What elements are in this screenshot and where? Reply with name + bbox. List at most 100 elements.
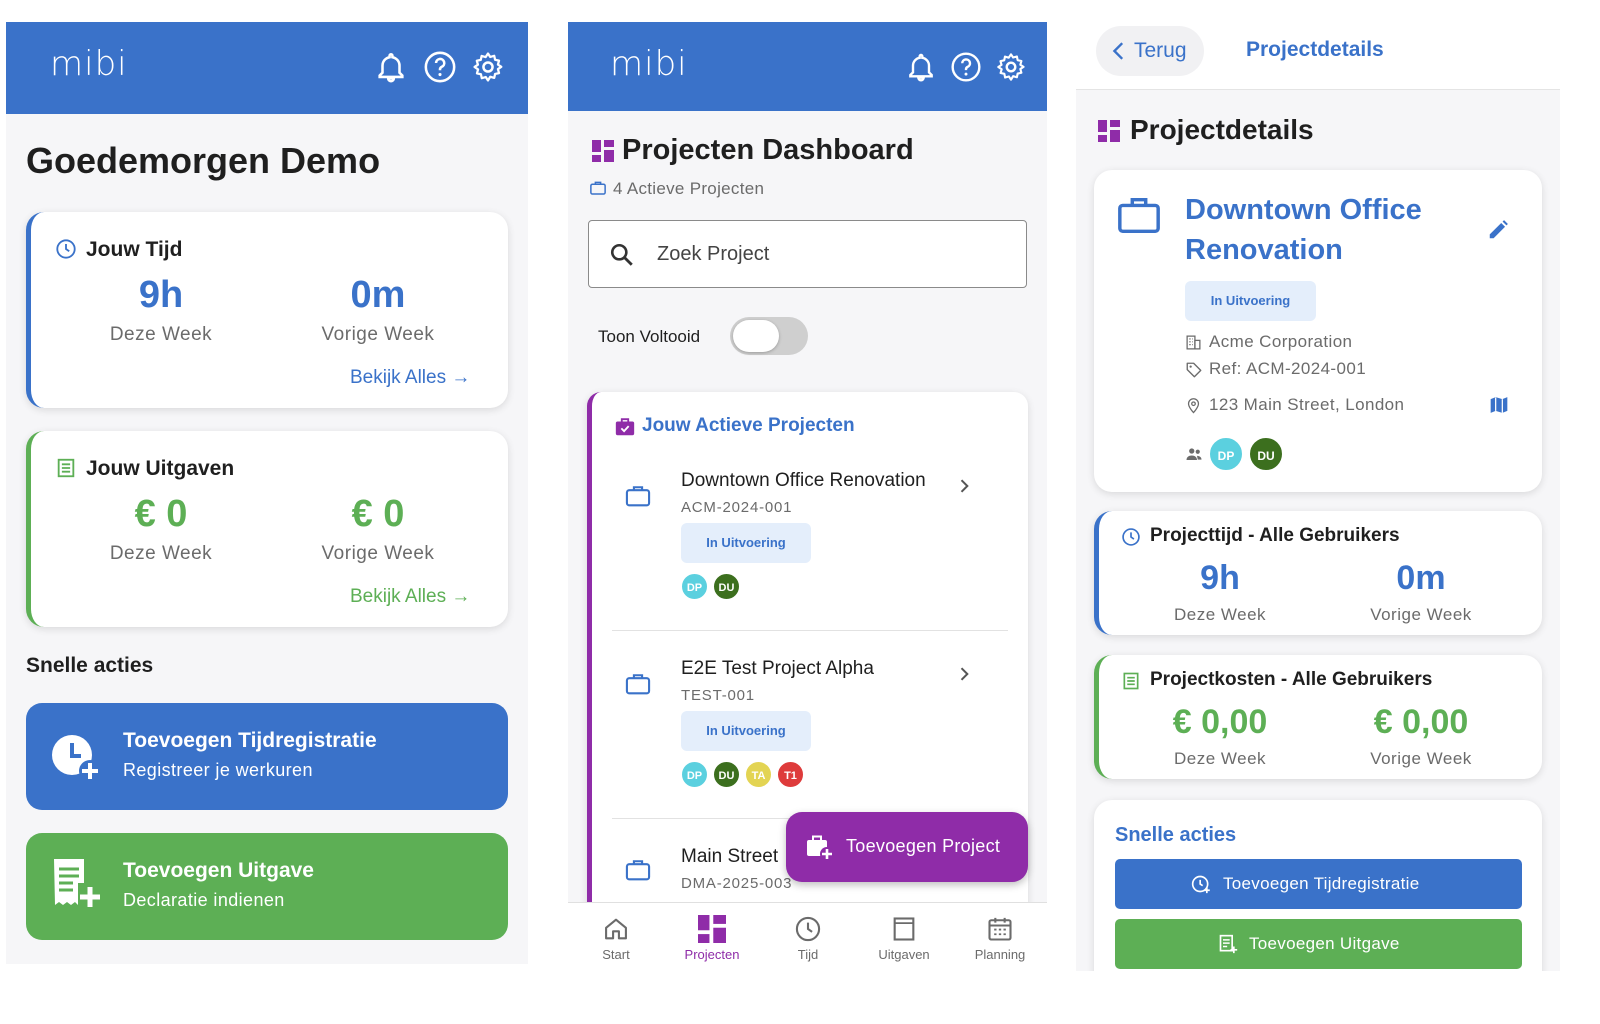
briefcase-icon [625,486,651,507]
expense-last-week-label: Vorige Week [321,543,435,564]
location-icon [1187,398,1200,414]
add-time-entry-button[interactable]: Toevoegen Tijdregistratie Registreer je … [26,703,508,810]
projects-screen: mibi Projecten Dashboard 4 Actieve Proje… [568,22,1047,980]
nav-label: Start [602,947,630,962]
status-badge: In Uitvoering [1185,281,1316,321]
briefcase-icon [1118,197,1160,234]
users-icon [1186,448,1202,460]
app-logo: mibi [610,44,688,84]
add-time-entry-subtitle: Registreer je werkuren [123,760,313,780]
receipt-add-icon [1219,934,1238,954]
toggle-knob [733,320,779,352]
expense-view-all-link[interactable]: Bekijk Alles → [350,586,470,608]
gear-icon[interactable] [471,50,505,84]
nav-label: Projecten [684,947,740,962]
back-button[interactable]: Terug [1096,26,1204,76]
add-project-button[interactable]: Toevoegen Project [786,812,1028,882]
app-header: mibi [6,22,528,114]
chevron-right-icon [960,667,969,681]
details-page-title: Projectdetails [1130,114,1314,145]
add-expense-label: Toevoegen Uitgave [1249,934,1400,953]
header-title: Projectdetails [1246,38,1384,61]
back-label: Terug [1134,39,1187,62]
expense-last-week-value: € 0 [351,493,405,535]
gear-icon[interactable] [995,51,1027,83]
status-badge: In Uitvoering [681,711,811,751]
avatar: DU [712,760,741,789]
search-input[interactable]: Zoek Project [588,220,1027,288]
project-ref: TEST-001 [681,687,755,704]
briefcase-check-icon [615,418,635,436]
chevron-right-icon [960,479,969,493]
project-name: Main Street [681,846,779,867]
clock-icon [1122,528,1140,546]
avatar: DP [680,760,709,789]
nav-uitgaven[interactable]: Uitgaven [864,915,944,962]
project-cost-last-week-value: € 0,00 [1373,703,1469,741]
add-expense-subtitle: Declaratie indienen [123,890,285,910]
client-name: Acme Corporation [1209,332,1353,351]
project-cost-title: Projectkosten - Alle Gebruikers [1150,669,1433,690]
project-time-title: Projecttijd - Alle Gebruikers [1150,525,1400,546]
time-last-week-label: Vorige Week [321,324,435,345]
project-info-card: Downtown Office Renovation In Uitvoering… [1094,170,1542,492]
project-cost-this-week-label: Deze Week [1173,749,1267,768]
building-icon [1186,335,1201,350]
add-expense-title: Toevoegen Uitgave [123,859,314,882]
help-icon[interactable] [950,51,982,83]
app-header: mibi [568,22,1047,111]
project-time-this-week-label: Deze Week [1173,605,1267,624]
project-row[interactable]: E2E Test Project Alpha TEST-001 In Uitvo… [592,644,1028,819]
bell-icon[interactable] [905,51,937,83]
time-card-title: Jouw Tijd [86,238,183,261]
nav-planning[interactable]: Planning [960,915,1040,962]
bell-icon[interactable] [374,50,408,84]
tag-icon [1186,362,1202,378]
edit-icon[interactable] [1487,219,1509,241]
project-time-last-week-value: 0m [1396,559,1446,597]
dashboard-icon [592,140,614,162]
project-title-line2: Renovation [1185,234,1343,266]
project-cost-this-week-value: € 0,00 [1172,703,1268,741]
home-icon [605,918,627,940]
show-completed-toggle[interactable] [730,317,808,355]
nav-label: Uitgaven [878,947,930,962]
time-this-week-label: Deze Week [109,324,213,345]
active-projects-title: Jouw Actieve Projecten [642,415,855,436]
map-icon[interactable] [1489,395,1509,415]
status-badge: In Uitvoering [681,523,811,563]
nav-start[interactable]: Start [576,915,656,962]
project-ref: DMA-2025-003 [681,875,793,892]
nav-tijd[interactable]: Tijd [768,915,848,962]
avatar: T1 [776,760,805,789]
add-expense-button[interactable]: Toevoegen Uitgave Declaratie indienen [26,833,508,940]
receipt-icon [1123,672,1139,690]
search-placeholder: Zoek Project [657,243,770,265]
help-icon[interactable] [423,50,457,84]
project-row[interactable]: Downtown Office Renovation ACM-2024-001 … [592,454,1028,629]
nav-label: Planning [974,947,1026,962]
expense-this-week-label: Deze Week [109,543,213,564]
quick-actions-title: Snelle acties [26,654,154,677]
expense-summary-card: Jouw Uitgaven € 0 Deze Week € 0 Vorige W… [26,431,508,627]
clock-add-icon [52,735,101,782]
briefcase-icon [625,860,651,881]
greeting-title: Goedemorgen Demo [26,140,381,181]
home-screen: mibi Goedemorgen Demo Jouw Tijd 9h Deze … [6,22,528,964]
avatar: DU [712,572,741,601]
add-expense-button[interactable]: Toevoegen Uitgave [1115,919,1522,969]
project-cost-card: Projectkosten - Alle Gebruikers € 0,00 D… [1094,655,1542,779]
project-cost-last-week-label: Vorige Week [1370,749,1472,768]
time-view-all-link[interactable]: Bekijk Alles → [350,367,470,389]
divider [612,630,1008,631]
quick-actions-card: Snelle acties Toevoegen Tijdregistratie … [1094,800,1542,971]
project-address: 123 Main Street, London [1209,395,1405,414]
clock-icon [56,239,76,259]
calendar-icon [988,917,1012,941]
nav-projecten[interactable]: Projecten [672,915,752,962]
add-time-entry-button[interactable]: Toevoegen Tijdregistratie [1115,859,1522,909]
time-last-week-value: 0m [350,274,406,316]
briefcase-icon [625,674,651,695]
clock-add-icon [1191,875,1210,894]
project-time-last-week-label: Vorige Week [1370,605,1472,624]
